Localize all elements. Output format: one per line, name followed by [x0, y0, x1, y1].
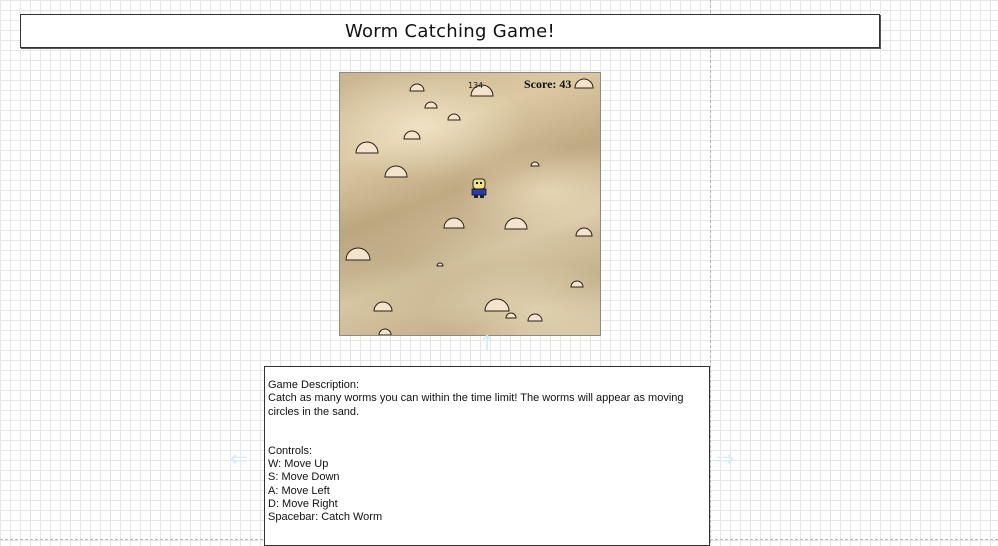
- sand-field: [345, 78, 594, 335]
- control-item: W: Move Up: [268, 458, 329, 471]
- worm-mound: [447, 113, 461, 121]
- worm-mound: [530, 161, 540, 167]
- controls-heading: Controls:: [268, 444, 313, 457]
- control-item: A: Move Left: [268, 484, 330, 497]
- player-sprite: [471, 178, 487, 198]
- arrow-right-icon: ⇒: [716, 447, 735, 472]
- worm-mound: [409, 83, 425, 92]
- worm-mound: [345, 247, 371, 261]
- control-item: Spacebar: Catch Worm: [268, 511, 383, 524]
- worm-mound: [484, 298, 510, 312]
- worm-mound: [384, 165, 408, 178]
- worm-mound: [574, 78, 594, 89]
- arrow-up-icon: ↑: [478, 332, 497, 357]
- page-title: Worm Catching Game!: [344, 20, 556, 42]
- worm-mound: [355, 141, 379, 154]
- control-item: S: Move Down: [268, 471, 340, 484]
- worm-mound: [378, 328, 392, 335]
- description-text: Catch as many worms you can within the t…: [268, 392, 687, 418]
- worm-mound: [373, 301, 393, 312]
- worm-mound: [505, 312, 517, 319]
- worm-mound: [504, 217, 528, 230]
- arrow-left-icon: ⇐: [230, 447, 249, 472]
- worm-mound: [424, 101, 438, 109]
- description-box: Game Description: Catch as many worms yo…: [264, 366, 710, 546]
- worm-mound: [436, 262, 444, 267]
- worm-mound: [570, 280, 584, 288]
- game-canvas[interactable]: 134 Score: 43: [339, 72, 601, 336]
- worm-mound: [527, 313, 543, 322]
- page-guide-vertical: [710, 0, 711, 543]
- worm-mound: [403, 130, 421, 140]
- timer-readout: 134: [468, 81, 484, 90]
- worm-mound: [443, 217, 465, 229]
- description-heading: Game Description:: [268, 379, 360, 391]
- control-item: D: Move Right: [268, 498, 338, 511]
- score-readout: Score: 43: [524, 77, 572, 91]
- title-box: Worm Catching Game!: [20, 14, 880, 48]
- worm-mound: [575, 227, 593, 237]
